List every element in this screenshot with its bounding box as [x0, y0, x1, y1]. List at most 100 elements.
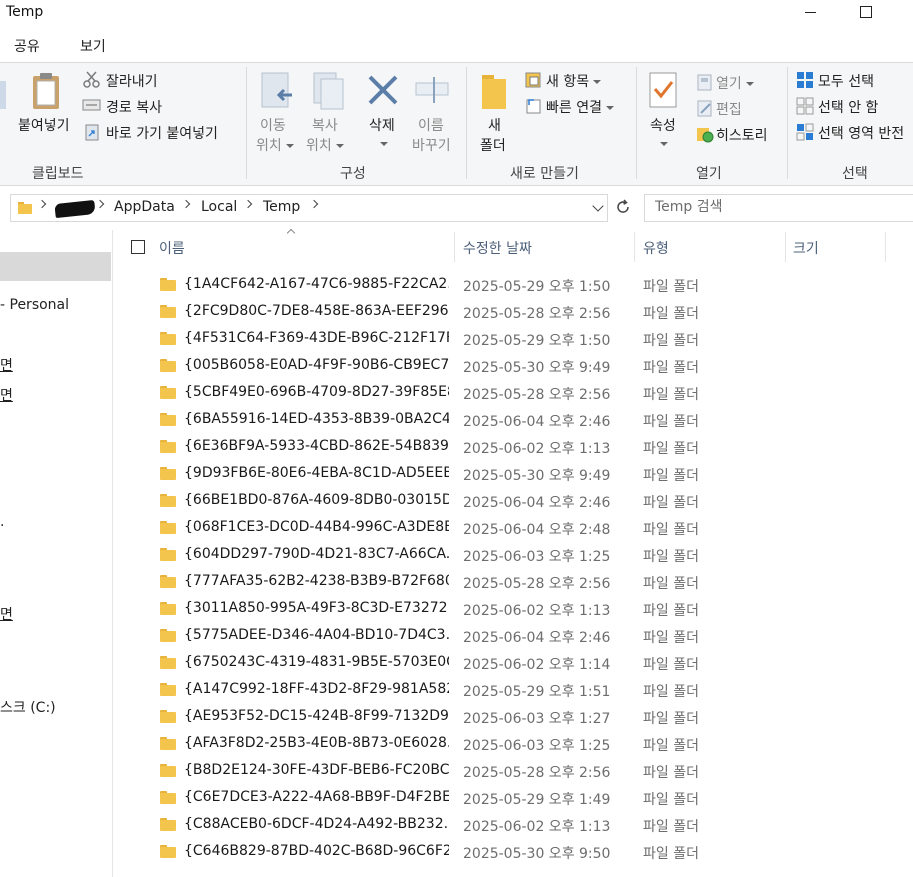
- chevron-right-icon[interactable]: [95, 199, 105, 209]
- column-type[interactable]: 유형: [643, 238, 669, 258]
- file-row[interactable]: {2FC9D80C-7DE8-458E-863A-EEF296... 2025-0…: [113, 298, 913, 325]
- copy-to-label-2[interactable]: 위치: [306, 135, 344, 155]
- delete-button[interactable]: 삭제: [369, 115, 395, 135]
- chevron-right-icon[interactable]: [243, 199, 253, 209]
- copy-to-label-1[interactable]: 복사: [312, 115, 338, 135]
- tab-share[interactable]: 공유: [14, 36, 40, 56]
- file-row[interactable]: {6750243C-4319-4831-9B5E-5703E0C... 2025-…: [113, 649, 913, 676]
- search-box[interactable]: [644, 194, 913, 222]
- nav-item-desktop[interactable]: 면: [0, 355, 13, 375]
- file-row[interactable]: {5CBF49E0-696B-4709-8D27-39F85E8... 2025-…: [113, 379, 913, 406]
- nav-item-pictures[interactable]: 면: [0, 604, 13, 624]
- select-none-button[interactable]: 선택 안 함: [818, 97, 878, 117]
- rename-label-2[interactable]: 바꾸기: [412, 135, 451, 155]
- column-name[interactable]: 이름: [159, 238, 185, 258]
- file-type: 파일 폴더: [643, 603, 699, 619]
- file-type: 파일 폴더: [643, 360, 699, 376]
- folder-icon: [160, 818, 176, 831]
- new-folder-label-2[interactable]: 폴더: [480, 135, 506, 155]
- file-row[interactable]: {B8D2E124-30FE-43DF-BEB6-FC20BC... 2025-0…: [113, 757, 913, 784]
- select-all-button[interactable]: 모두 선택: [818, 71, 874, 91]
- nav-item-local-disk-c[interactable]: 스크 (C:): [0, 697, 56, 717]
- easy-access-button[interactable]: 빠른 연결: [546, 97, 614, 117]
- file-type: 파일 폴더: [643, 387, 699, 403]
- column-divider[interactable]: [634, 232, 635, 262]
- column-divider[interactable]: [785, 232, 786, 262]
- file-row[interactable]: {6BA55916-14ED-4353-8B39-0BA2C4... 2025-0…: [113, 406, 913, 433]
- clipboard-group-label: 클립보드: [32, 166, 84, 182]
- new-item-button[interactable]: 새 항목: [546, 71, 602, 91]
- ribbon-tabs: 공유 보기: [0, 30, 913, 62]
- nav-item-misc[interactable]: .: [0, 514, 4, 530]
- file-row[interactable]: {C6E7DCE3-A222-4A68-BB9F-D4F2BE... 2025-0…: [113, 784, 913, 811]
- redacted-username: [54, 199, 96, 219]
- file-type: 파일 폴더: [643, 549, 699, 565]
- history-button[interactable]: 히스토리: [716, 125, 768, 145]
- nav-item-onedrive-personal[interactable]: - Personal: [0, 297, 69, 313]
- breadcrumb-appdata[interactable]: AppData: [114, 199, 175, 215]
- file-row[interactable]: {604DD297-790D-4D21-83C7-A66CA... 2025-06…: [113, 541, 913, 568]
- file-name: {A147C992-18FF-43D2-8F29-981A582...: [184, 681, 449, 697]
- file-type: 파일 폴더: [643, 630, 699, 646]
- invert-selection-button[interactable]: 선택 영역 반전: [818, 123, 904, 143]
- cut-button[interactable]: 잘라내기: [106, 71, 158, 91]
- file-row[interactable]: {C646B829-87BD-402C-B68D-96C6F2... 2025-0…: [113, 838, 913, 865]
- properties-button[interactable]: 속성: [650, 115, 676, 135]
- copy-path-button[interactable]: 경로 복사: [106, 97, 162, 117]
- file-row[interactable]: {6E36BF9A-5933-4CBD-862E-54B839... 2025-0…: [113, 433, 913, 460]
- chevron-right-icon[interactable]: [37, 199, 47, 209]
- column-date-modified[interactable]: 수정한 날짜: [463, 238, 532, 258]
- copy-to-icon: [313, 72, 344, 110]
- nav-selected-item[interactable]: [0, 252, 111, 281]
- file-name: {005B6058-E0AD-4F9F-90B6-CB9EC7...: [184, 357, 449, 373]
- address-bar[interactable]: AppData Local Temp: [10, 194, 608, 222]
- breadcrumb-temp[interactable]: Temp: [263, 199, 300, 215]
- file-row[interactable]: {5775ADEE-D346-4A04-BD10-7D4C3... 2025-06…: [113, 622, 913, 649]
- refresh-icon[interactable]: [614, 198, 632, 216]
- minimize-button[interactable]: [787, 0, 833, 28]
- file-row[interactable]: {9D93FB6E-80E6-4EBA-8C1D-AD5EEB... 2025-0…: [113, 460, 913, 487]
- file-row[interactable]: {66BE1BD0-876A-4609-8DB0-03015D... 2025-0…: [113, 487, 913, 514]
- file-row[interactable]: {3011A850-995A-49F3-8C3D-E73272... 2025-0…: [113, 595, 913, 622]
- file-row[interactable]: {A147C992-18FF-43D2-8F29-981A582... 2025-…: [113, 676, 913, 703]
- file-date-modified: 2025-06-04 오후 2:46: [463, 495, 611, 511]
- chevron-down-icon[interactable]: [660, 142, 668, 146]
- chevron-right-icon[interactable]: [309, 199, 319, 209]
- new-folder-label-1[interactable]: 새: [488, 115, 501, 135]
- file-row[interactable]: {AE953F52-DC15-424B-8F99-7132D98... 2025-…: [113, 703, 913, 730]
- rename-label-1[interactable]: 이름: [418, 115, 444, 135]
- file-row[interactable]: {4F531C64-F369-43DE-B96C-212F17F... 2025-…: [113, 325, 913, 352]
- file-date-modified: 2025-06-03 오후 1:25: [463, 738, 611, 754]
- chevron-down-icon[interactable]: [380, 142, 388, 146]
- scissors-icon: [83, 71, 100, 88]
- file-row[interactable]: {AFA3F8D2-25B3-4E0B-8B73-0E6028... 2025-0…: [113, 730, 913, 757]
- nav-item-documents[interactable]: 면: [0, 385, 13, 405]
- clipboard-icon[interactable]: [30, 71, 62, 111]
- file-type: 파일 폴더: [643, 333, 699, 349]
- file-type: 파일 폴더: [643, 414, 699, 430]
- file-type: 파일 폴더: [643, 738, 699, 754]
- search-input[interactable]: [655, 199, 905, 215]
- paste-label[interactable]: 붙여넣기: [18, 115, 70, 135]
- chevron-right-icon[interactable]: [181, 199, 191, 209]
- paste-shortcut-button[interactable]: 바로 가기 붙여넣기: [106, 123, 218, 143]
- maximize-button[interactable]: [844, 0, 890, 28]
- file-row[interactable]: {777AFA35-62B2-4238-B3B9-B72F680... 2025-…: [113, 568, 913, 595]
- edit-button[interactable]: 편집: [716, 99, 742, 119]
- chevron-down-icon: [285, 144, 294, 148]
- breadcrumb-local[interactable]: Local: [201, 199, 237, 215]
- move-to-label-2[interactable]: 위치: [256, 135, 294, 155]
- column-divider[interactable]: [454, 232, 455, 262]
- select-all-checkbox[interactable]: [131, 240, 145, 254]
- file-row[interactable]: {C88ACEB0-6DCF-4D24-A492-BB232... 2025-06…: [113, 811, 913, 838]
- open-button[interactable]: 열기: [716, 73, 754, 93]
- column-divider[interactable]: [885, 232, 886, 262]
- file-row[interactable]: {005B6058-E0AD-4F9F-90B6-CB9EC7... 2025-0…: [113, 352, 913, 379]
- move-to-label-1[interactable]: 이동: [260, 115, 286, 135]
- file-name: {C88ACEB0-6DCF-4D24-A492-BB232...: [184, 816, 449, 832]
- folder-icon: [160, 494, 176, 507]
- tab-view[interactable]: 보기: [80, 36, 106, 56]
- file-row[interactable]: {1A4CF642-A167-47C6-9885-F22CA2... 2025-0…: [113, 271, 913, 298]
- file-row[interactable]: {068F1CE3-DC0D-44B4-996C-A3DE8E... 2025-0…: [113, 514, 913, 541]
- column-size[interactable]: 크기: [793, 238, 819, 258]
